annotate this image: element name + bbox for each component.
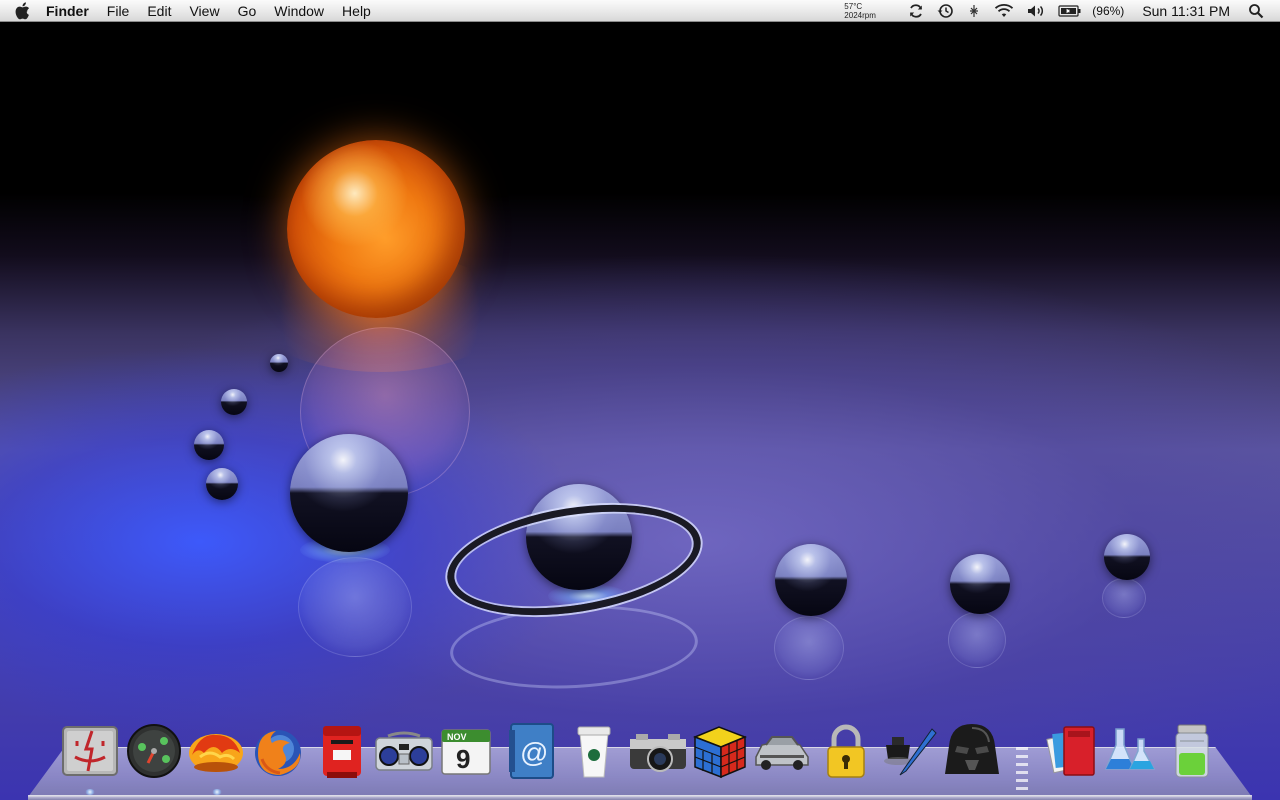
sun-sphere: [287, 140, 465, 318]
dock-coffee-cup-icon[interactable]: [564, 721, 624, 781]
saturn-ring: [439, 488, 709, 632]
menu-bar: Finder File Edit View Go Window Help 57°…: [0, 0, 1280, 22]
planet-sphere: [270, 354, 288, 372]
menu-go[interactable]: Go: [229, 0, 266, 22]
planet-sphere: [221, 389, 247, 415]
dock-flame-helmet-icon[interactable]: [186, 721, 246, 781]
dock-finder-icon[interactable]: [60, 721, 120, 781]
dock-trash-icon[interactable]: [1162, 721, 1222, 781]
menu-help[interactable]: Help: [333, 0, 380, 22]
wifi-icon[interactable]: [994, 0, 1014, 22]
planet-sphere: [775, 544, 847, 616]
planet-reflection: [298, 557, 412, 657]
dock-postbox-icon[interactable]: [312, 721, 372, 781]
dock-delorean-icon[interactable]: [752, 721, 812, 781]
ical-day: 9: [456, 744, 470, 774]
battery-percent: (96%): [1092, 3, 1125, 18]
planet-sphere: [950, 554, 1010, 614]
dock-dashboard-icon[interactable]: [124, 721, 184, 781]
dock-darth-vader-icon[interactable]: [942, 721, 1002, 781]
address-book-at-symbol: @: [520, 737, 548, 768]
saturn-ring-reflection: [448, 599, 700, 695]
dock-separator: [1016, 747, 1028, 791]
menu-window[interactable]: Window: [265, 0, 333, 22]
planet-reflection: [1102, 578, 1146, 618]
menu-edit[interactable]: Edit: [138, 0, 180, 22]
planet-reflection: [774, 616, 844, 680]
temperature-monitor[interactable]: 57°C 2024rpm: [844, 2, 890, 20]
menu-file[interactable]: File: [98, 0, 139, 22]
dock-red-folder-stack-icon[interactable]: [1042, 721, 1102, 781]
spotlight-icon[interactable]: [1248, 0, 1264, 22]
ical-month: NOV: [447, 732, 467, 742]
dock-rubiks-cube-icon[interactable]: [690, 721, 750, 781]
bluetooth-icon[interactable]: [966, 0, 982, 22]
dock: NOV 9 @: [58, 717, 1222, 791]
planet-reflection: [948, 612, 1006, 668]
dock-shelf-edge: [28, 795, 1252, 800]
dock-camera-icon[interactable]: [628, 721, 688, 781]
sync-icon[interactable]: [908, 0, 924, 22]
menu-view[interactable]: View: [180, 0, 228, 22]
fan-speed-readout: 2024rpm: [844, 10, 876, 20]
planet-sphere: [206, 468, 238, 500]
volume-icon[interactable]: [1026, 0, 1046, 22]
battery-icon[interactable]: [1058, 0, 1082, 22]
running-indicator: [85, 789, 95, 795]
dock-ink-pen-icon[interactable]: [880, 721, 940, 781]
desktop-wallpaper: [0, 22, 1280, 800]
dock-boombox-icon[interactable]: [374, 721, 434, 781]
planet-sphere: [194, 430, 224, 460]
dock-ical-icon[interactable]: NOV 9: [436, 721, 496, 781]
dock-flask-icon[interactable]: [1100, 721, 1160, 781]
temperature-readout: 57°C: [844, 1, 863, 11]
planet-sphere: [290, 434, 408, 552]
menu-app-finder[interactable]: Finder: [44, 0, 98, 22]
apple-menu-icon[interactable]: [0, 0, 44, 22]
running-indicator: [212, 789, 222, 795]
dock-firefox-icon[interactable]: [248, 721, 308, 781]
dock-padlock-icon[interactable]: [816, 721, 876, 781]
menu-clock[interactable]: Sun 11:31 PM: [1142, 3, 1230, 19]
planet-sphere: [1104, 534, 1150, 580]
time-machine-icon[interactable]: [936, 0, 954, 22]
dock-address-book-icon[interactable]: @: [502, 721, 562, 781]
